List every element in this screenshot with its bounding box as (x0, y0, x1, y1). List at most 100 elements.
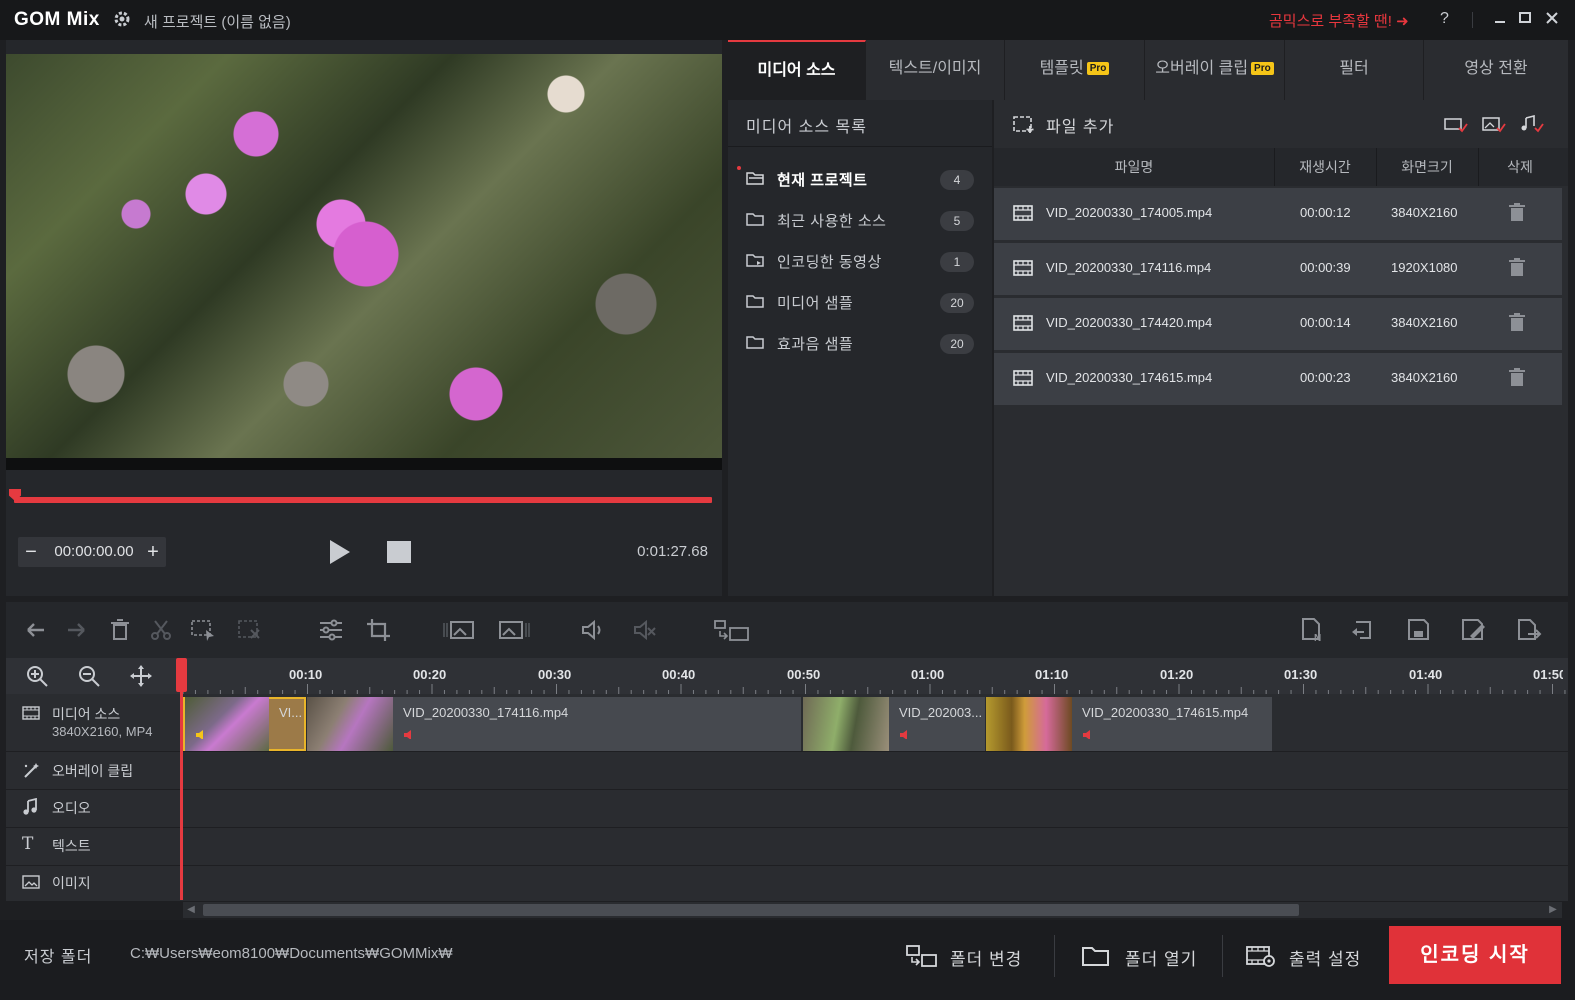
source-item-sound-sample[interactable]: 효과음 샘플 20 (740, 326, 980, 360)
image-filter-icon[interactable] (1482, 115, 1506, 133)
tab-label: 텍스트/이미지 (888, 60, 982, 77)
tab-text-image[interactable]: 텍스트/이미지 (866, 40, 1005, 100)
file-resolution: 3840X2160 (1391, 370, 1458, 385)
stop-icon[interactable] (387, 541, 411, 563)
source-item-label: 최근 사용한 소스 (777, 213, 887, 230)
play-icon[interactable] (328, 538, 352, 566)
file-row[interactable]: VID_20200330_174116.mp4 00:00:39 1920X10… (994, 243, 1562, 295)
trash-icon[interactable] (1508, 258, 1526, 278)
file-row[interactable]: VID_20200330_174615.mp4 00:00:23 3840X21… (994, 353, 1562, 405)
audio-filter-icon[interactable] (1520, 114, 1544, 133)
promo-link[interactable]: 곰믹스로 부족할 땐! ➜ (1269, 10, 1409, 31)
file-resolution: 1920X1080 (1391, 260, 1458, 275)
adjust-icon[interactable] (318, 618, 344, 642)
titlebar-divider (1472, 12, 1473, 28)
new-project-icon[interactable]: N (1300, 618, 1326, 644)
timeline-clip[interactable]: VID_202003... (803, 697, 985, 751)
settings-gear-icon[interactable] (112, 9, 132, 29)
add-file-icon[interactable] (1012, 114, 1036, 134)
open-folder-button[interactable]: 폴더 열기 (1081, 930, 1206, 984)
fit-timeline-icon[interactable] (129, 664, 153, 688)
cut-icon[interactable] (148, 618, 174, 642)
folder-video-icon (746, 252, 764, 268)
select-icon[interactable] (190, 618, 216, 642)
time-plus-button[interactable]: + (142, 539, 164, 565)
column-header-delete: 삭제 (1507, 159, 1533, 175)
insert-image-after-icon[interactable] (498, 618, 532, 642)
crop-icon[interactable] (366, 618, 392, 642)
current-time[interactable]: 00:00:00.00 (46, 543, 142, 560)
tab-template[interactable]: 템플릿 Pro (1005, 40, 1145, 100)
deselect-icon[interactable] (237, 618, 263, 642)
maximize-icon[interactable] (1515, 8, 1535, 28)
tab-transition[interactable]: 영상 전환 (1424, 40, 1568, 100)
delete-icon[interactable] (107, 618, 133, 642)
tab-media-source[interactable]: 미디어 소스 (728, 40, 866, 100)
playhead-handle[interactable] (176, 658, 187, 692)
export-project-icon[interactable] (1516, 618, 1542, 642)
total-time: 0:01:27.68 (637, 543, 708, 560)
open-project-icon[interactable] (1350, 618, 1376, 642)
source-item-recent[interactable]: 최근 사용한 소스 5 (740, 203, 980, 237)
timeline-clip-selected[interactable]: VI... (183, 697, 306, 751)
save-as-icon[interactable] (1460, 618, 1486, 642)
folder-icon (746, 211, 764, 227)
zoom-in-icon[interactable] (25, 664, 49, 688)
playhead[interactable] (180, 660, 183, 900)
trash-icon[interactable] (1508, 368, 1526, 388)
volume-icon[interactable] (580, 618, 606, 642)
trash-icon[interactable] (1508, 313, 1526, 333)
track-media-name: 미디어 소스 (52, 706, 121, 722)
tick-label: 01:10 (1035, 667, 1069, 682)
zoom-out-icon[interactable] (77, 664, 101, 688)
tab-filter[interactable]: 필터 (1285, 40, 1424, 100)
scroll-left-icon[interactable]: ◀ (184, 903, 198, 917)
file-row[interactable]: VID_20200330_174005.mp4 00:00:12 3840X21… (994, 188, 1562, 240)
source-item-encoded[interactable]: 인코딩한 동영상 1 (740, 244, 980, 278)
source-item-label: 미디어 샘플 (777, 295, 854, 312)
undo-icon[interactable] (22, 618, 48, 642)
folder-icon (1081, 944, 1111, 968)
speaker-icon (1083, 730, 1090, 739)
save-path: C:₩Users₩eom8100₩Documents₩GOMMix₩ (130, 945, 453, 962)
timeline-clip[interactable]: VID_20200330_174116.mp4 (307, 697, 801, 751)
video-filter-icon[interactable] (1444, 115, 1468, 133)
source-item-current-project[interactable]: 현재 프로젝트 4 (737, 162, 980, 196)
pro-badge: Pro (1251, 62, 1274, 76)
seek-bar[interactable] (14, 497, 712, 503)
source-item-media-sample[interactable]: 미디어 샘플 20 (740, 285, 980, 319)
speaker-icon (900, 730, 907, 739)
redo-icon[interactable] (64, 618, 90, 642)
mute-icon[interactable] (632, 618, 658, 642)
column-header-resolution[interactable]: 화면크기 (1376, 157, 1478, 177)
column-header-duration[interactable]: 재생시간 (1274, 157, 1376, 177)
insert-image-before-icon[interactable] (442, 618, 476, 642)
trash-icon[interactable] (1508, 203, 1526, 223)
file-row[interactable]: VID_20200330_174420.mp4 00:00:14 3840X21… (994, 298, 1562, 350)
minimize-icon[interactable] (1490, 8, 1510, 28)
transition-icon[interactable] (714, 618, 750, 642)
tick-label: 01:40 (1409, 667, 1443, 682)
close-icon[interactable] (1542, 8, 1562, 28)
timeline-clip[interactable]: VID_20200330_174615.mp4 (986, 697, 1272, 751)
output-settings-button[interactable]: 출력 설정 (1245, 930, 1373, 984)
encode-start-button[interactable]: 인코딩 시작 (1389, 926, 1561, 984)
time-minus-button[interactable]: − (20, 539, 42, 565)
scroll-right-icon[interactable]: ▶ (1546, 903, 1560, 917)
clip-label: VI... (279, 705, 303, 720)
divider (1054, 935, 1055, 977)
help-button[interactable]: ? (1440, 10, 1449, 28)
divider (1222, 935, 1223, 977)
track-text (6, 828, 1568, 866)
file-duration: 00:00:39 (1300, 260, 1351, 275)
column-header-filename[interactable]: 파일명 (994, 157, 1274, 177)
project-title: 새 프로젝트 (이름 없음) (144, 14, 291, 31)
clip-thumbnail (803, 697, 889, 751)
change-folder-button[interactable]: 폴더 변경 (906, 930, 1041, 984)
timeline-scrollbar-thumb[interactable] (203, 904, 1299, 916)
clip-label: VID_20200330_174116.mp4 (403, 705, 569, 720)
speaker-icon (404, 730, 411, 739)
save-icon[interactable] (1406, 618, 1432, 642)
add-file-button[interactable]: 파일 추가 (1046, 113, 1114, 137)
tab-overlay-clip[interactable]: 오버레이 클립 Pro (1145, 40, 1285, 100)
